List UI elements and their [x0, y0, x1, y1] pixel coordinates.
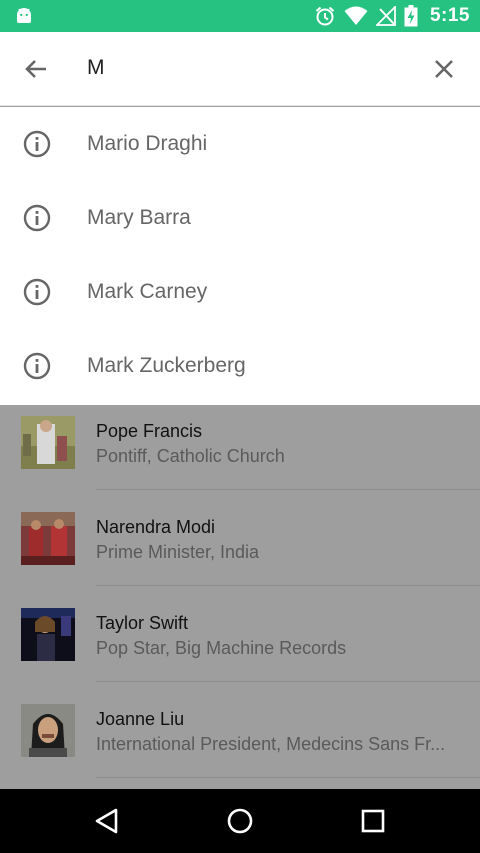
- divider: [96, 489, 480, 490]
- divider: [96, 681, 480, 682]
- result-name: Pope Francis: [96, 421, 203, 441]
- recents-square-icon[interactable]: [357, 805, 389, 837]
- avatar: [21, 416, 75, 469]
- search-bar: M: [0, 32, 480, 106]
- arrow-back-icon[interactable]: [22, 55, 50, 83]
- navigation-bar: [0, 789, 480, 853]
- avatar: [21, 512, 75, 565]
- battery-charging-icon: [404, 5, 418, 27]
- alarm-icon: [315, 6, 335, 26]
- close-icon[interactable]: [432, 57, 456, 81]
- wifi-icon: [344, 6, 368, 25]
- suggestion-label: Mario Draghi: [87, 132, 208, 155]
- suggestion-list: Mario Draghi Mary Barra Mark Carney Mark…: [0, 107, 480, 405]
- back-triangle-icon[interactable]: [91, 805, 123, 837]
- android-icon: [17, 8, 31, 23]
- result-subtitle: International President, Medecins Sans F…: [96, 734, 446, 754]
- result-subtitle: Prime Minister, India: [96, 542, 260, 562]
- no-signal-icon: [375, 6, 396, 26]
- status-bar: 5:15: [0, 0, 480, 32]
- result-name: Joanne Liu: [96, 709, 185, 729]
- suggestion-item[interactable]: Mario Draghi: [0, 107, 480, 181]
- result-name: Taylor Swift: [96, 613, 189, 633]
- result-subtitle: Pontiff, Catholic Church: [96, 446, 285, 466]
- result-item[interactable]: Narendra Modi Prime Minister, India: [0, 501, 480, 597]
- result-item[interactable]: Pope Francis Pontiff, Catholic Church: [0, 405, 480, 501]
- result-name: Narendra Modi: [96, 517, 216, 537]
- info-icon: [23, 352, 51, 380]
- search-input[interactable]: M: [87, 56, 105, 80]
- info-icon: [23, 204, 51, 232]
- result-subtitle: Pop Star, Big Machine Records: [96, 638, 347, 658]
- result-item[interactable]: Joanne Liu International President, Mede…: [0, 693, 480, 789]
- suggestion-label: Mark Carney: [87, 280, 208, 303]
- suggestion-item[interactable]: Mark Zuckerberg: [0, 329, 480, 403]
- results-list: Pope Francis Pontiff, Catholic Church Na…: [0, 405, 480, 789]
- divider: [96, 585, 480, 586]
- info-icon: [23, 130, 51, 158]
- info-icon: [23, 278, 51, 306]
- result-item[interactable]: Taylor Swift Pop Star, Big Machine Recor…: [0, 597, 480, 693]
- avatar: [21, 608, 75, 661]
- home-circle-icon[interactable]: [224, 805, 256, 837]
- suggestion-label: Mary Barra: [87, 206, 191, 229]
- suggestion-item[interactable]: Mark Carney: [0, 255, 480, 329]
- clock: 5:15: [429, 5, 470, 26]
- avatar: [21, 704, 75, 757]
- suggestion-label: Mark Zuckerberg: [87, 354, 246, 377]
- suggestion-item[interactable]: Mary Barra: [0, 181, 480, 255]
- divider: [96, 777, 480, 778]
